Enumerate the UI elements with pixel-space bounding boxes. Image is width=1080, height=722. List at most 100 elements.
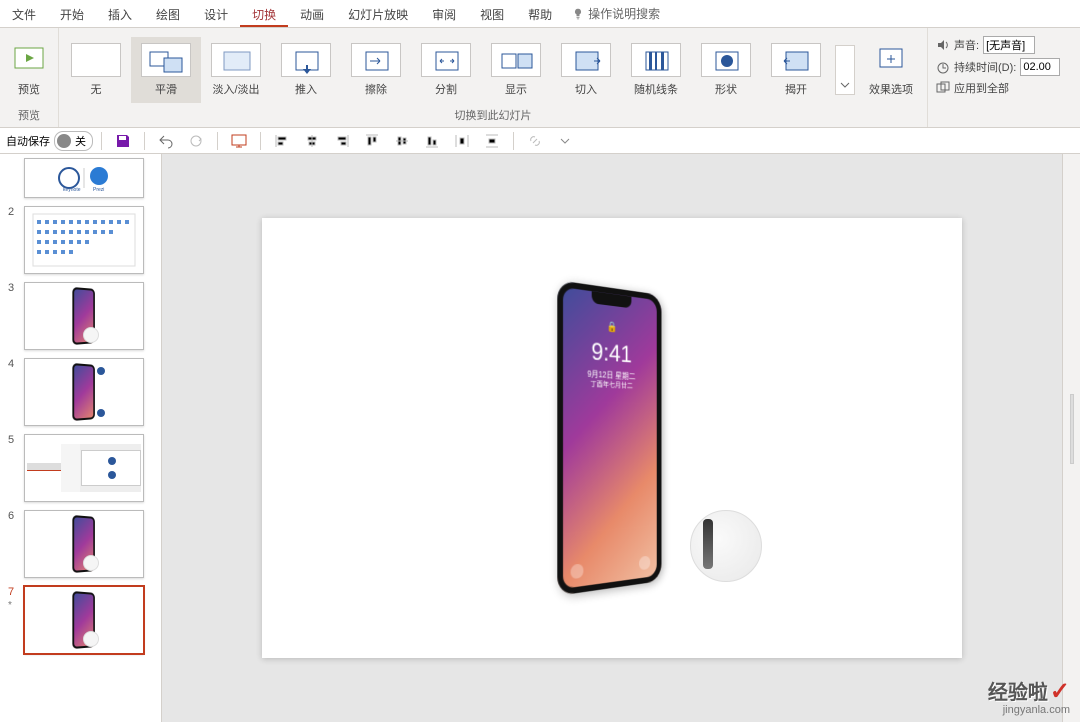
- collapse-handle[interactable]: [1070, 394, 1074, 464]
- toggle-knob: [57, 134, 71, 148]
- transition-push[interactable]: 推入: [271, 37, 341, 103]
- link-icon: [527, 133, 543, 149]
- menu-draw[interactable]: 绘图: [144, 0, 192, 27]
- thumbnail-panel[interactable]: keynote Prezi 2 3 4 5 6: [0, 154, 162, 722]
- svg-text:Prezi: Prezi: [93, 187, 104, 193]
- redo-button[interactable]: [183, 130, 209, 152]
- qat-more[interactable]: [552, 130, 578, 152]
- align-left-button[interactable]: [269, 130, 295, 152]
- menu-file[interactable]: 文件: [0, 0, 48, 27]
- apply-all-icon: [936, 81, 950, 95]
- preview-group-label: 预览: [0, 105, 58, 127]
- align-left-icon: [274, 133, 290, 149]
- align-bottom-icon: [424, 133, 440, 149]
- autosave-toggle[interactable]: 关: [54, 131, 93, 151]
- save-icon: [115, 133, 131, 149]
- cut-icon: [562, 44, 612, 78]
- duration-icon: [936, 60, 950, 74]
- effect-options-label: 效果选项: [869, 84, 913, 96]
- chevron-down-icon: [557, 133, 573, 149]
- transition-random-bars[interactable]: 随机线条: [621, 37, 691, 103]
- distribute-h-button[interactable]: [449, 130, 475, 152]
- link-button[interactable]: [522, 130, 548, 152]
- transition-reveal[interactable]: 显示: [481, 37, 551, 103]
- slide-thumb-4[interactable]: 4: [0, 354, 161, 430]
- menu-help[interactable]: 帮助: [516, 0, 564, 27]
- align-center-h-button[interactable]: [299, 130, 325, 152]
- slideshow-icon: [231, 133, 247, 149]
- align-center-h-icon: [304, 133, 320, 149]
- menu-view[interactable]: 视图: [468, 0, 516, 27]
- morph-icon: [142, 44, 192, 78]
- wipe-icon: [352, 44, 402, 78]
- autosave-state: 关: [75, 133, 86, 149]
- duration-label: 持续时间(D):: [954, 59, 1016, 75]
- transition-fade[interactable]: 淡入/淡出: [201, 37, 271, 103]
- tell-me-search[interactable]: 操作说明搜索: [564, 0, 668, 27]
- randombars-icon: [632, 44, 682, 78]
- transition-none[interactable]: 无: [61, 37, 131, 103]
- slide-thumb-3[interactable]: 3: [0, 278, 161, 354]
- slideshow-button[interactable]: [226, 130, 252, 152]
- menu-slideshow[interactable]: 幻灯片放映: [336, 0, 420, 27]
- distribute-v-icon: [484, 133, 500, 149]
- transitions-more[interactable]: [835, 45, 855, 95]
- menu-home[interactable]: 开始: [48, 0, 96, 27]
- menu-design[interactable]: 设计: [192, 0, 240, 27]
- apply-all-label: 应用到全部: [954, 80, 1009, 96]
- transition-uncover[interactable]: 揭开: [761, 37, 831, 103]
- distribute-v-button[interactable]: [479, 130, 505, 152]
- sound-input[interactable]: [983, 36, 1035, 54]
- menu-insert[interactable]: 插入: [96, 0, 144, 27]
- effect-options-icon: [876, 45, 906, 75]
- uncover-icon: [772, 44, 822, 78]
- transition-wipe[interactable]: 擦除: [341, 37, 411, 103]
- shape-icon: [702, 44, 752, 78]
- menu-animations[interactable]: 动画: [288, 0, 336, 27]
- transition-shape[interactable]: 形状: [691, 37, 761, 103]
- align-top-icon: [364, 133, 380, 149]
- workspace: keynote Prezi 2 3 4 5 6: [0, 154, 1080, 722]
- align-right-button[interactable]: [329, 130, 355, 152]
- align-top-button[interactable]: [359, 130, 385, 152]
- slide-thumb-1[interactable]: keynote Prezi: [0, 158, 161, 202]
- preview-icon: [14, 47, 44, 73]
- slide-thumb-2[interactable]: 2: [0, 202, 161, 278]
- lightbulb-icon: [572, 8, 584, 20]
- slide-canvas[interactable]: 🔒 9:41 9月12日 星期二 丁酉年七月廿二: [262, 218, 962, 658]
- align-middle-button[interactable]: [389, 130, 415, 152]
- split-icon: [422, 44, 472, 78]
- sound-icon: [936, 38, 950, 52]
- slide-thumb-7[interactable]: 7*: [0, 582, 161, 658]
- right-gutter: [1062, 154, 1080, 722]
- menubar: 文件 开始 插入 绘图 设计 切换 动画 幻灯片放映 审阅 视图 帮助 操作说明…: [0, 0, 1080, 28]
- slide-canvas-area[interactable]: 🔒 9:41 9月12日 星期二 丁酉年七月廿二: [162, 154, 1062, 722]
- menu-review[interactable]: 审阅: [420, 0, 468, 27]
- apply-to-all-button[interactable]: 应用到全部: [936, 78, 1080, 98]
- distribute-h-icon: [454, 133, 470, 149]
- push-icon: [282, 44, 332, 78]
- align-bottom-button[interactable]: [419, 130, 445, 152]
- align-middle-icon: [394, 133, 410, 149]
- transition-cut[interactable]: 切入: [551, 37, 621, 103]
- duration-input[interactable]: [1020, 58, 1060, 76]
- preview-button[interactable]: 预览: [8, 39, 50, 101]
- svg-text:keynote: keynote: [63, 187, 81, 193]
- slide-thumb-6[interactable]: 6: [0, 506, 161, 582]
- effect-options-button[interactable]: 效果选项: [863, 39, 919, 101]
- sound-label: 声音:: [954, 37, 979, 53]
- undo-icon: [158, 133, 174, 149]
- thumb1-content: keynote Prezi: [54, 163, 114, 193]
- thumb2-content: [29, 210, 139, 270]
- transition-morph[interactable]: 平滑: [131, 37, 201, 103]
- ribbon: 预览 预览 无 平滑 淡入/淡出 推入 擦除 分割 显示 切入 随机线条 形状 …: [0, 28, 1080, 128]
- menu-transitions[interactable]: 切换: [240, 0, 288, 27]
- preview-label: 预览: [18, 84, 40, 96]
- transition-split[interactable]: 分割: [411, 37, 481, 103]
- search-placeholder: 操作说明搜索: [588, 5, 660, 22]
- save-button[interactable]: [110, 130, 136, 152]
- transitions-group-label: 切换到此幻灯片: [59, 105, 927, 127]
- undo-button[interactable]: [153, 130, 179, 152]
- chevron-down-icon: [840, 80, 850, 90]
- slide-thumb-5[interactable]: 5: [0, 430, 161, 506]
